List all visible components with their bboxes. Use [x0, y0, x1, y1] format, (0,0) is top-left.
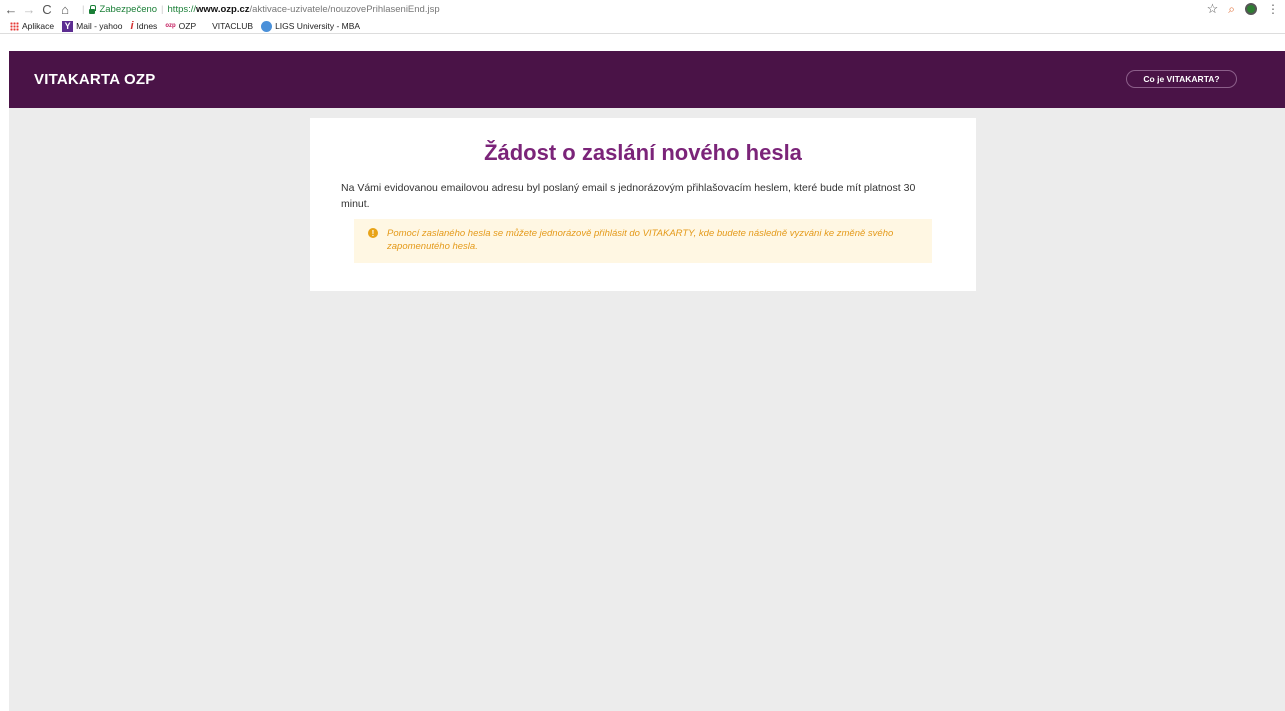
bookmark-apps[interactable]: Aplikace [10, 21, 54, 31]
secure-divider: | [161, 4, 164, 15]
bookmark-idnes[interactable]: i Idnes [130, 20, 157, 32]
bookmark-ligs[interactable]: LIGS University - MBA [261, 20, 361, 32]
confirmation-text: Na Vámi evidovanou emailovou adresu byl … [341, 182, 916, 210]
extension-icon[interactable] [1245, 3, 1257, 15]
bookmark-label: Aplikace [22, 21, 55, 31]
bookmark-label: Mail - yahoo [76, 21, 123, 31]
apps-grid-icon [10, 21, 19, 31]
bookmark-yahoo[interactable]: Y Mail - yahoo [62, 20, 123, 32]
address-bar[interactable]: | Zabezpečeno | https:// www.ozp.cz /akt… [78, 2, 440, 18]
lock-icon [88, 5, 97, 14]
globe-icon [261, 20, 273, 32]
omnibox-divider: | [82, 4, 85, 15]
bookmarks-bar: Aplikace Y Mail - yahoo i Idnes ozp OZP … [0, 19, 1285, 34]
bookmark-vitaclub[interactable]: VITACLUB [212, 21, 253, 31]
warning-icon: ! [368, 228, 378, 238]
ozp-icon: ozp [165, 23, 176, 29]
secure-label: Zabezpečeno [99, 4, 158, 15]
home-icon[interactable]: ⌂ [58, 2, 72, 18]
toolbar-right-icons: ☆ ⌕ ⋮ [1207, 1, 1279, 17]
site-logo[interactable]: VITAKARTA OZP [34, 71, 155, 88]
bookmark-label: Idnes [136, 21, 158, 31]
page-title: Žádost o zaslání nového hesla [484, 140, 802, 165]
alert-text: Pomocí zaslaného hesla se můžete jednorá… [387, 228, 894, 252]
browser-toolbar: ← → C ⌂ | Zabezpečeno | https:// www.ozp… [0, 0, 1285, 19]
site-header: VITAKARTA OZP Co je VITAKARTA? [9, 51, 1285, 108]
reload-icon[interactable]: C [40, 2, 54, 18]
url-host: www.ozp.cz [196, 4, 250, 15]
search-extension-icon[interactable]: ⌕ [1228, 2, 1235, 17]
bookmark-label: VITACLUB [212, 21, 254, 31]
bookmark-ozp[interactable]: ozp OZP [165, 21, 196, 31]
message-card: Žádost o zaslání nového hesla Na Vámi ev… [310, 118, 976, 291]
what-is-vitakarta-button[interactable]: Co je VITAKARTA? [1126, 70, 1237, 88]
star-icon[interactable]: ☆ [1207, 1, 1219, 17]
info-alert: ! Pomocí zaslaného hesla se můžete jedno… [354, 219, 932, 263]
bookmark-label: OZP [178, 21, 197, 31]
forward-icon[interactable]: → [22, 2, 36, 18]
back-icon[interactable]: ← [4, 2, 18, 18]
bookmark-label: LIGS University - MBA [275, 21, 361, 31]
url-scheme: https:// [167, 4, 197, 15]
url-path: /aktivace-uzivatele/nouzovePrihlaseniEnd… [249, 4, 440, 15]
menu-icon[interactable]: ⋮ [1267, 2, 1279, 16]
idnes-icon: i [130, 20, 134, 32]
yahoo-icon: Y [62, 20, 74, 32]
page: VITAKARTA OZP Co je VITAKARTA? Žádost o … [9, 51, 1285, 711]
